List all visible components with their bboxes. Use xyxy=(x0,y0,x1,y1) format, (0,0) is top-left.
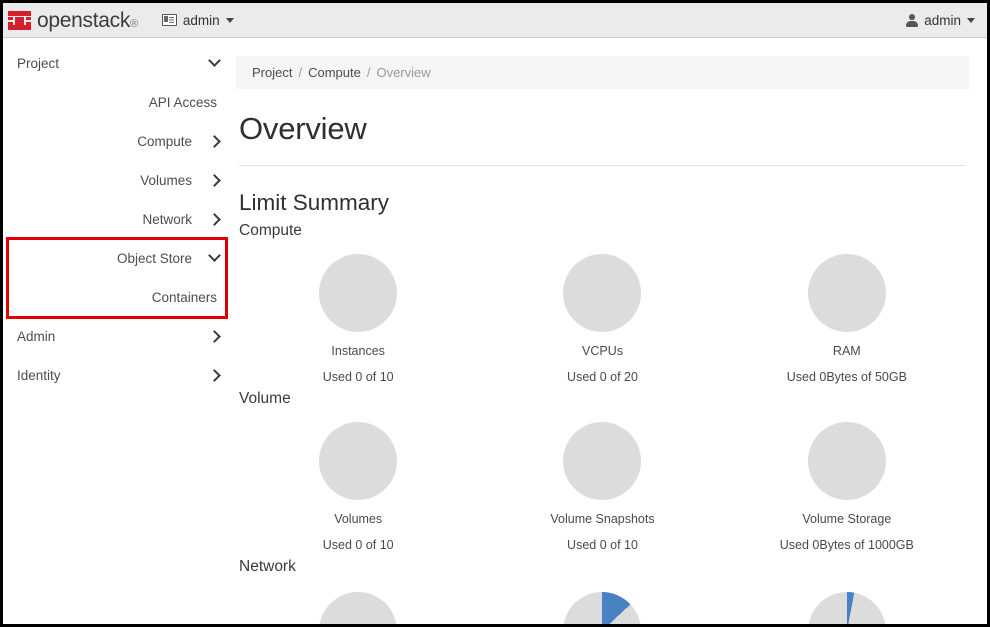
meter-instances: Instances Used 0 of 10 xyxy=(236,244,480,384)
chevron-down-icon xyxy=(225,17,234,23)
chevron-right-icon xyxy=(208,212,221,227)
meter-volumes: Volumes Used 0 of 10 xyxy=(236,412,480,552)
sidebar-item-label: Containers xyxy=(151,290,217,305)
sidebar-item-network[interactable]: Network xyxy=(3,200,231,239)
donut-chart xyxy=(807,592,886,624)
meter-label: Volumes xyxy=(334,512,383,526)
group-title-volume: Volume xyxy=(239,390,291,407)
top-header: openstack® admin admin xyxy=(3,3,987,38)
meter-label: Volume Storage xyxy=(802,512,892,526)
breadcrumb-item-overview: Overview xyxy=(376,65,431,80)
donut-row-volume: Volumes Used 0 of 10 Volume Snapshots Used … xyxy=(236,412,969,552)
meter-label: VCPUs xyxy=(582,344,623,358)
donut-chart xyxy=(807,254,886,332)
sidebar-item-label: Identity xyxy=(17,368,61,383)
chevron-down-icon xyxy=(208,249,221,266)
meter-usage: Used 0 of 10 xyxy=(322,370,394,384)
meter-volume-storage: Volume Storage Used 0Bytes of 1000GB xyxy=(725,412,969,552)
group-title-compute: Compute xyxy=(239,222,302,239)
screenshot-root: openstack® admin admin Project API Access… xyxy=(0,0,990,627)
sidebar-item-volumes[interactable]: Volumes xyxy=(3,161,231,200)
main-content: Project / Compute / Overview Overview Li… xyxy=(231,38,987,624)
meter-vcpus: VCPUs Used 0 of 20 xyxy=(480,244,724,384)
meter-network-2 xyxy=(725,580,969,624)
user-icon xyxy=(906,13,919,27)
page-title: Overview xyxy=(239,111,367,146)
meter-usage: Used 0 of 10 xyxy=(322,538,394,552)
donut-chart xyxy=(563,422,642,500)
sidebar-item-label: Volumes xyxy=(140,173,192,188)
donut-chart xyxy=(319,422,398,500)
donut-chart xyxy=(807,422,886,500)
meter-usage: Used 0 of 10 xyxy=(567,538,638,552)
meter-label: RAM xyxy=(832,344,861,358)
donut-chart xyxy=(563,254,642,332)
openstack-mark-icon xyxy=(8,10,31,30)
title-divider xyxy=(239,165,966,166)
meter-usage: Used 0 of 20 xyxy=(567,370,638,384)
breadcrumb-separator: / xyxy=(366,65,371,80)
sidebar-nav: Project API Access Compute Volumes Network Ob… xyxy=(3,38,231,624)
donut-chart xyxy=(563,592,642,624)
sidebar-item-label: Object Store xyxy=(116,251,192,266)
meter-network-1 xyxy=(480,580,724,624)
sidebar-item-label: Admin xyxy=(17,329,56,344)
sidebar-item-list: Project API Access Compute Volumes Network Ob… xyxy=(3,44,231,395)
chevron-right-icon xyxy=(208,329,221,344)
breadcrumb-item-compute[interactable]: Compute xyxy=(308,65,361,80)
sidebar-item-project[interactable]: Project xyxy=(3,44,231,83)
meter-label: Instances xyxy=(331,344,385,358)
body-wrapper: Project API Access Compute Volumes Network Ob… xyxy=(3,38,987,624)
breadcrumb: Project / Compute / Overview xyxy=(236,56,969,89)
project-list-icon xyxy=(161,14,177,26)
project-selector[interactable]: admin xyxy=(160,9,236,32)
meter-volume-snapshots: Volume Snapshots Used 0 of 10 xyxy=(480,412,724,552)
limit-summary-groups: Compute Instances Used 0 of 10 VCPUs Used 0 … xyxy=(236,222,969,624)
meter-usage: Used 0Bytes of 50GB xyxy=(786,370,907,384)
group-title-network: Network xyxy=(239,558,296,575)
meter-network-0 xyxy=(236,580,480,624)
sidebar-item-identity[interactable]: Identity xyxy=(3,356,231,395)
breadcrumb-separator: / xyxy=(298,65,303,80)
meter-usage: Used 0Bytes of 1000GB xyxy=(779,538,914,552)
breadcrumb-item-project[interactable]: Project xyxy=(252,65,292,80)
sidebar-item-containers[interactable]: Containers xyxy=(3,278,231,317)
brand-wordmark: openstack® xyxy=(37,10,138,31)
sidebar-item-admin[interactable]: Admin xyxy=(3,317,231,356)
donut-chart xyxy=(319,254,398,332)
sidebar-item-label: Compute xyxy=(137,134,192,149)
sidebar-item-object-store[interactable]: Object Store xyxy=(3,239,231,278)
user-menu-label: admin xyxy=(924,12,961,28)
limit-summary-heading: Limit Summary xyxy=(239,190,390,215)
chevron-right-icon xyxy=(208,368,221,383)
chevron-down-icon xyxy=(967,17,975,23)
chevron-down-icon xyxy=(208,54,221,71)
sidebar-item-label: Network xyxy=(142,212,192,227)
chevron-right-icon xyxy=(208,173,221,188)
sidebar-item-compute[interactable]: Compute xyxy=(3,122,231,161)
donut-chart xyxy=(319,592,398,624)
meter-label: Volume Snapshots xyxy=(550,512,655,526)
registered-mark: ® xyxy=(130,17,138,30)
user-menu[interactable]: admin xyxy=(906,13,975,28)
donut-row-compute: Instances Used 0 of 10 VCPUs Used 0 of 20 RA… xyxy=(236,244,969,384)
project-selector-label: admin xyxy=(182,12,220,28)
openstack-logo[interactable]: openstack® xyxy=(8,10,138,31)
sidebar-item-label: Project xyxy=(17,56,60,71)
meter-ram: RAM Used 0Bytes of 50GB xyxy=(725,244,969,384)
sidebar-item-label: API Access xyxy=(148,95,217,110)
sidebar-item-api-access[interactable]: API Access xyxy=(3,83,231,122)
donut-row-network xyxy=(236,580,969,624)
chevron-right-icon xyxy=(208,134,221,149)
brand-name-text: openstack xyxy=(37,8,131,32)
